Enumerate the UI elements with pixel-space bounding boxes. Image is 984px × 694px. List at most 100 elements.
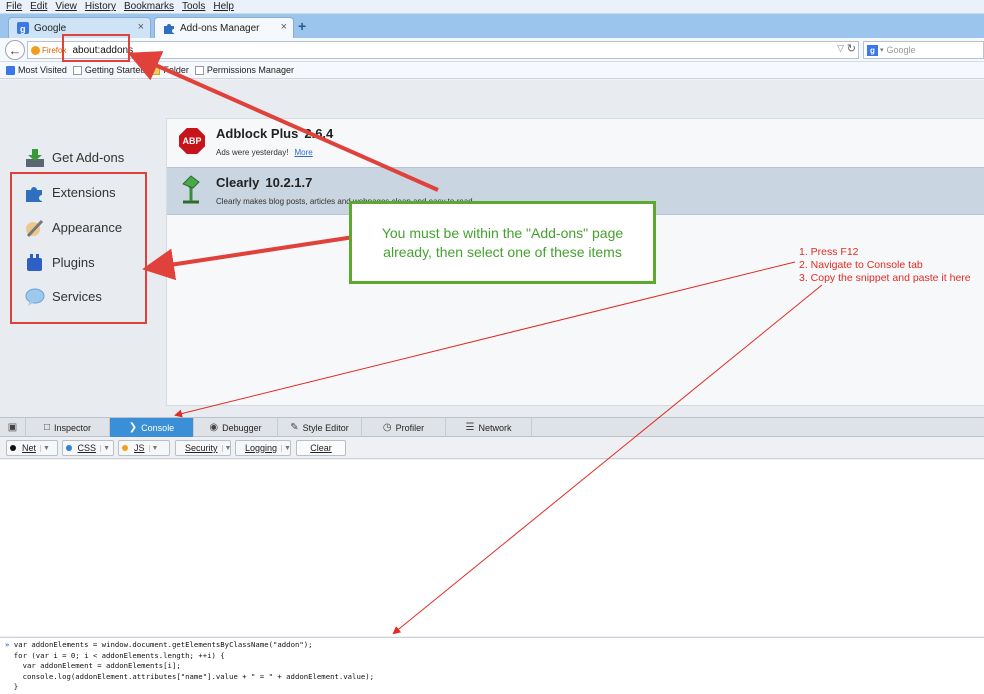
- page-icon: [194, 65, 204, 75]
- js-dot-icon: [122, 445, 128, 451]
- tab-label: Add-ons Manager: [180, 22, 260, 34]
- close-icon[interactable]: ×: [138, 21, 144, 33]
- addon-version: 2.6.4: [304, 126, 334, 141]
- chevron-down-icon[interactable]: ▼: [40, 444, 50, 452]
- reload-icon[interactable]: ↻: [847, 42, 856, 55]
- close-icon[interactable]: ×: [281, 21, 287, 33]
- filter-label: Security: [185, 443, 218, 453]
- code-line: var addonElement = addonElements[i];: [5, 661, 181, 670]
- addon-name: Clearly: [216, 175, 260, 190]
- firefox-icon: [31, 45, 40, 55]
- category-get-addons[interactable]: Get Add-ons: [24, 148, 125, 167]
- console-filter-bar: Net ▼ CSS ▼ JS ▼ Security ▼ Logging ▼ Cl…: [0, 437, 984, 459]
- url-bar[interactable]: Firefox about:addons ▽ ↻: [27, 41, 859, 59]
- new-tab-button[interactable]: +: [298, 18, 306, 34]
- chevron-down-icon[interactable]: ▼: [100, 444, 110, 452]
- step-text: 1. Press F12: [799, 246, 859, 258]
- bookmark-folder[interactable]: Folder: [151, 65, 189, 75]
- bookmark-permissions-manager[interactable]: Permissions Manager: [194, 65, 294, 75]
- google-icon[interactable]: g: [867, 44, 878, 56]
- tab-inspector[interactable]: □ Inspector: [26, 418, 110, 437]
- svg-text:g: g: [20, 24, 26, 34]
- abp-icon: ABP: [179, 128, 205, 154]
- dropdown-arrow-icon[interactable]: ▽: [837, 43, 844, 54]
- bookmark-label: Folder: [163, 65, 189, 75]
- tab-style-editor[interactable]: ✎ Style Editor: [278, 418, 362, 437]
- menu-bar: File Edit View History Bookmarks Tools H…: [0, 0, 984, 14]
- chevron-down-icon[interactable]: ▼: [221, 444, 231, 452]
- menu-file[interactable]: File: [6, 1, 22, 12]
- net-dot-icon: [10, 445, 16, 451]
- filter-label: Logging: [245, 443, 278, 453]
- instruction-callout: You must be within the "Add-ons" page al…: [349, 201, 656, 284]
- tab-profiler[interactable]: ◷ Profiler: [362, 418, 446, 437]
- folder-icon: [151, 65, 161, 75]
- code-line: }: [5, 682, 19, 691]
- menu-bookmarks[interactable]: Bookmarks: [124, 1, 174, 12]
- filter-label: Net: [22, 443, 37, 453]
- addon-description: Ads were yesterday! More: [216, 148, 313, 157]
- tab-label: Console: [141, 422, 175, 433]
- more-link[interactable]: More: [294, 148, 312, 157]
- prompt-icon: »: [5, 640, 10, 649]
- tab-label: Profiler: [395, 422, 425, 433]
- clear-button[interactable]: Clear: [296, 440, 346, 456]
- tab-label: Debugger: [222, 422, 262, 433]
- cursor-icon: ▣: [7, 422, 18, 433]
- code-line: var addonElements = window.document.getE…: [13, 640, 313, 649]
- devtools-toolbar: ▣ □ Inspector ❯ Console ◉ Debugger ✎ Sty…: [0, 417, 984, 437]
- lamp-icon: [177, 174, 205, 204]
- tab-label: Style Editor: [302, 422, 349, 433]
- menu-view[interactable]: View: [55, 1, 77, 12]
- tab-addons-manager[interactable]: Add-ons Manager ×: [154, 17, 294, 38]
- addon-item-adblock-plus[interactable]: ABP Adblock Plus 2.6.4 Ads were yesterday…: [167, 119, 984, 167]
- bookmark-label: Permissions Manager: [206, 65, 294, 75]
- bookmark-most-visited[interactable]: Most Visited: [6, 65, 67, 75]
- tab-label: Google: [34, 22, 67, 34]
- back-button[interactable]: ←: [5, 40, 25, 60]
- filter-net[interactable]: Net ▼: [6, 440, 58, 456]
- bookmark-getting-started[interactable]: Getting Started: [72, 65, 146, 75]
- addon-name: Adblock Plus: [216, 126, 299, 141]
- code-line: for (var i = 0; i < addonElements.length…: [5, 650, 225, 660]
- filter-js[interactable]: JS ▼: [118, 440, 170, 456]
- menu-help[interactable]: Help: [213, 1, 234, 12]
- inspector-icon: □: [43, 422, 50, 433]
- steps-annotation: 1. Press F12 2. Navigate to Console tab …: [799, 246, 971, 285]
- category-label: Get Add-ons: [52, 149, 125, 165]
- filter-label: JS: [134, 443, 145, 453]
- search-input[interactable]: Google: [887, 45, 916, 55]
- chevron-down-icon[interactable]: ▼: [281, 444, 291, 452]
- code-line: console.log(addonElement.attributes["nam…: [5, 671, 375, 681]
- console-input[interactable]: » var addonElements = window.document.ge…: [0, 637, 984, 694]
- description-text: Ads were yesterday!: [216, 148, 289, 157]
- filter-security[interactable]: Security ▼: [175, 440, 231, 456]
- menu-edit[interactable]: Edit: [30, 1, 47, 12]
- tab-console[interactable]: ❯ Console: [110, 418, 194, 437]
- page-icon: [72, 65, 82, 75]
- navigation-bar: ← Firefox about:addons ▽ ↻ g ▾ Google: [0, 38, 984, 62]
- download-icon: [24, 148, 46, 167]
- bookmark-label: Getting Started: [84, 65, 146, 75]
- console-icon: ❯: [128, 422, 138, 433]
- console-output: [0, 460, 984, 636]
- filter-css[interactable]: CSS ▼: [62, 440, 114, 456]
- chevron-down-icon[interactable]: ▼: [148, 444, 158, 452]
- tab-debugger[interactable]: ◉ Debugger: [194, 418, 278, 437]
- menu-history[interactable]: History: [85, 1, 116, 12]
- categories-highlight-box: [10, 172, 147, 324]
- addon-version: 10.2.1.7: [265, 175, 313, 190]
- pencil-icon: ✎: [290, 422, 299, 433]
- tab-strip: g Google × Add-ons Manager × +: [0, 14, 984, 38]
- css-dot-icon: [66, 445, 72, 451]
- search-bar[interactable]: g ▾ Google: [863, 41, 984, 59]
- menu-tools[interactable]: Tools: [182, 1, 205, 12]
- chevron-down-icon[interactable]: ▾: [880, 46, 884, 54]
- addon-title: Adblock Plus 2.6.4: [216, 126, 333, 141]
- filter-logging[interactable]: Logging ▼: [235, 440, 291, 456]
- network-icon: ☰: [465, 422, 475, 433]
- addon-title: Clearly 10.2.1.7: [216, 175, 312, 190]
- debugger-icon: ◉: [209, 422, 219, 433]
- tab-network[interactable]: ☰ Network: [446, 418, 532, 437]
- pick-element-button[interactable]: ▣: [0, 418, 26, 437]
